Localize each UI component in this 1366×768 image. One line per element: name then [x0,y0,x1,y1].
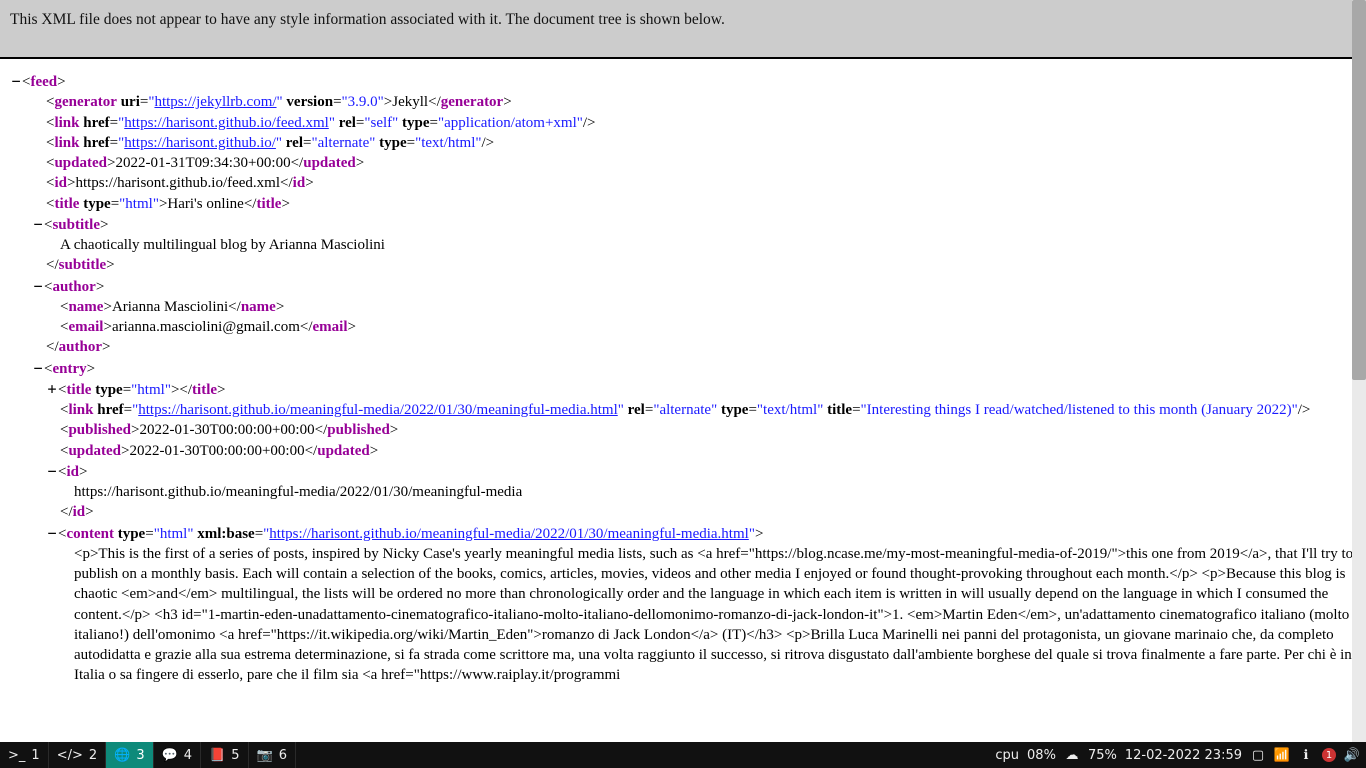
node-feed: −<feed> [10,71,1356,92]
subtitle-text: A chaotically multilingual blog by Arian… [10,235,1356,255]
expand-toggle[interactable]: + [46,379,58,399]
generator-uri-link[interactable]: https://jekyllrb.com/ [154,94,276,110]
workspace-num: 4 [184,748,192,763]
title-text: Hari's online [167,196,243,212]
volume-icon[interactable]: 🔊 [1344,747,1360,763]
chat-icon: 💬 [162,748,178,763]
entry-content-text: <p>This is the first of a series of post… [10,544,1356,686]
workspace-1[interactable]: >_ 1 [0,742,49,768]
entry-link-title: Interesting things I read/watched/listen… [867,402,1292,418]
node-entry-open: −<entry> [10,358,1356,379]
node-entry-link: <link href="https://harisont.github.io/m… [10,400,1356,420]
generator-version: 3.9.0 [348,94,378,110]
author-name: Arianna Masciolini [112,299,228,315]
collapse-toggle[interactable]: − [32,276,44,296]
workspace-4[interactable]: 💬4 [154,742,201,768]
taskbar: >_1 </>2 🌐3 💬4 📕5 📷6 cpu 08% ☁ 75% 12-02… [0,742,1366,768]
node-author-close: </author> [10,337,1356,357]
generator-text: Jekyll [392,94,428,110]
node-author-open: −<author> [10,276,1356,297]
entry-title-type: html [137,382,165,398]
cpu-label: cpu [995,748,1019,763]
link-self-href[interactable]: https://harisont.github.io/feed.xml [124,115,329,131]
banner-text: This XML file does not appear to have an… [10,11,725,28]
node-updated: <updated>2022-01-31T09:34:30+00:00</upda… [10,153,1356,173]
screen-icon[interactable]: ▢ [1250,747,1266,763]
workspace-num: 6 [279,748,287,763]
entry-link-rel: alternate [659,402,711,418]
wifi-icon[interactable]: 📶 [1274,747,1290,763]
node-link-alternate: <link href="https://harisont.github.io/"… [10,133,1356,153]
workspace-num: 3 [136,748,144,763]
node-entry-content-open: −<content type="html" xml:base="https://… [10,523,1356,544]
cloud-icon: ☁ [1064,747,1080,763]
code-icon: </> [57,748,83,763]
node-author-email: <email>arianna.masciolini@gmail.com</ema… [10,317,1356,337]
entry-updated: 2022-01-30T00:00:00+00:00 [129,443,304,459]
content-xmlbase[interactable]: https://harisont.github.io/meaningful-me… [269,526,749,542]
workspace-2[interactable]: </> 2 [49,742,106,768]
xml-style-warning-banner: This XML file does not appear to have an… [0,0,1366,59]
datetime: 12-02-2022 23:59 [1125,748,1242,763]
node-id: <id>https://harisont.github.io/feed.xml<… [10,173,1356,193]
vertical-scrollbar[interactable] [1352,0,1366,742]
link-rel: self [371,115,393,131]
node-subtitle-close: </subtitle> [10,255,1356,275]
entry-link-href[interactable]: https://harisont.github.io/meaningful-me… [138,402,618,418]
link-alt-href[interactable]: https://harisont.github.io/ [124,135,276,151]
node-entry-published: <published>2022-01-30T00:00:00+00:00</pu… [10,420,1356,440]
entry-link-type: text/html [763,402,817,418]
scrollbar-thumb[interactable] [1352,0,1366,380]
node-subtitle-open: −<subtitle> [10,214,1356,235]
cloud-value: 75% [1088,748,1117,763]
node-generator: <generator uri="https://jekyllrb.com/" v… [10,92,1356,112]
workspace-6[interactable]: 📷6 [249,742,296,768]
workspace-num: 2 [89,748,97,763]
info-icon[interactable]: ℹ [1298,747,1314,763]
link-type: application/atom+xml [444,115,577,131]
link-rel2: alternate [318,135,370,151]
id-text: https://harisont.github.io/feed.xml [75,175,280,191]
globe-icon: 🌐 [114,748,130,763]
workspace-num: 5 [231,748,239,763]
collapse-toggle[interactable]: − [46,461,58,481]
updated-text: 2022-01-31T09:34:30+00:00 [115,155,290,171]
book-icon: 📕 [209,748,225,763]
notification-badge[interactable]: 1 [1322,748,1336,762]
workspace-5[interactable]: 📕5 [201,742,248,768]
entry-id-text: https://harisont.github.io/meaningful-me… [10,482,1356,502]
collapse-toggle[interactable]: − [10,71,22,91]
camera-icon: 📷 [257,748,273,763]
node-entry-title: +<title type="html"></title> [10,379,1356,400]
xml-tree: −<feed> <generator uri="https://jekyllrb… [0,59,1366,686]
cpu-value: 08% [1027,748,1056,763]
node-link-self: <link href="https://harisont.github.io/f… [10,113,1356,133]
node-entry-id-open: −<id> [10,461,1356,482]
node-title: <title type="html">Hari's online</title> [10,194,1356,214]
title-type: html [125,196,153,212]
terminal-icon: >_ [8,748,25,763]
collapse-toggle[interactable]: − [32,214,44,234]
collapse-toggle[interactable]: − [46,523,58,543]
author-email: arianna.masciolini@gmail.com [112,319,300,335]
workspace-num: 1 [31,748,39,763]
node-entry-id-close: </id> [10,502,1356,522]
link-type2: text/html [421,135,475,151]
system-tray: cpu 08% ☁ 75% 12-02-2022 23:59 ▢ 📶 ℹ 1 🔊 [989,742,1366,768]
node-entry-updated: <updated>2022-01-30T00:00:00+00:00</upda… [10,441,1356,461]
collapse-toggle[interactable]: − [32,358,44,378]
content-type: html [160,526,188,542]
node-author-name: <name>Arianna Masciolini</name> [10,297,1356,317]
entry-published: 2022-01-30T00:00:00+00:00 [139,422,314,438]
workspace-3[interactable]: 🌐3 [106,742,153,768]
